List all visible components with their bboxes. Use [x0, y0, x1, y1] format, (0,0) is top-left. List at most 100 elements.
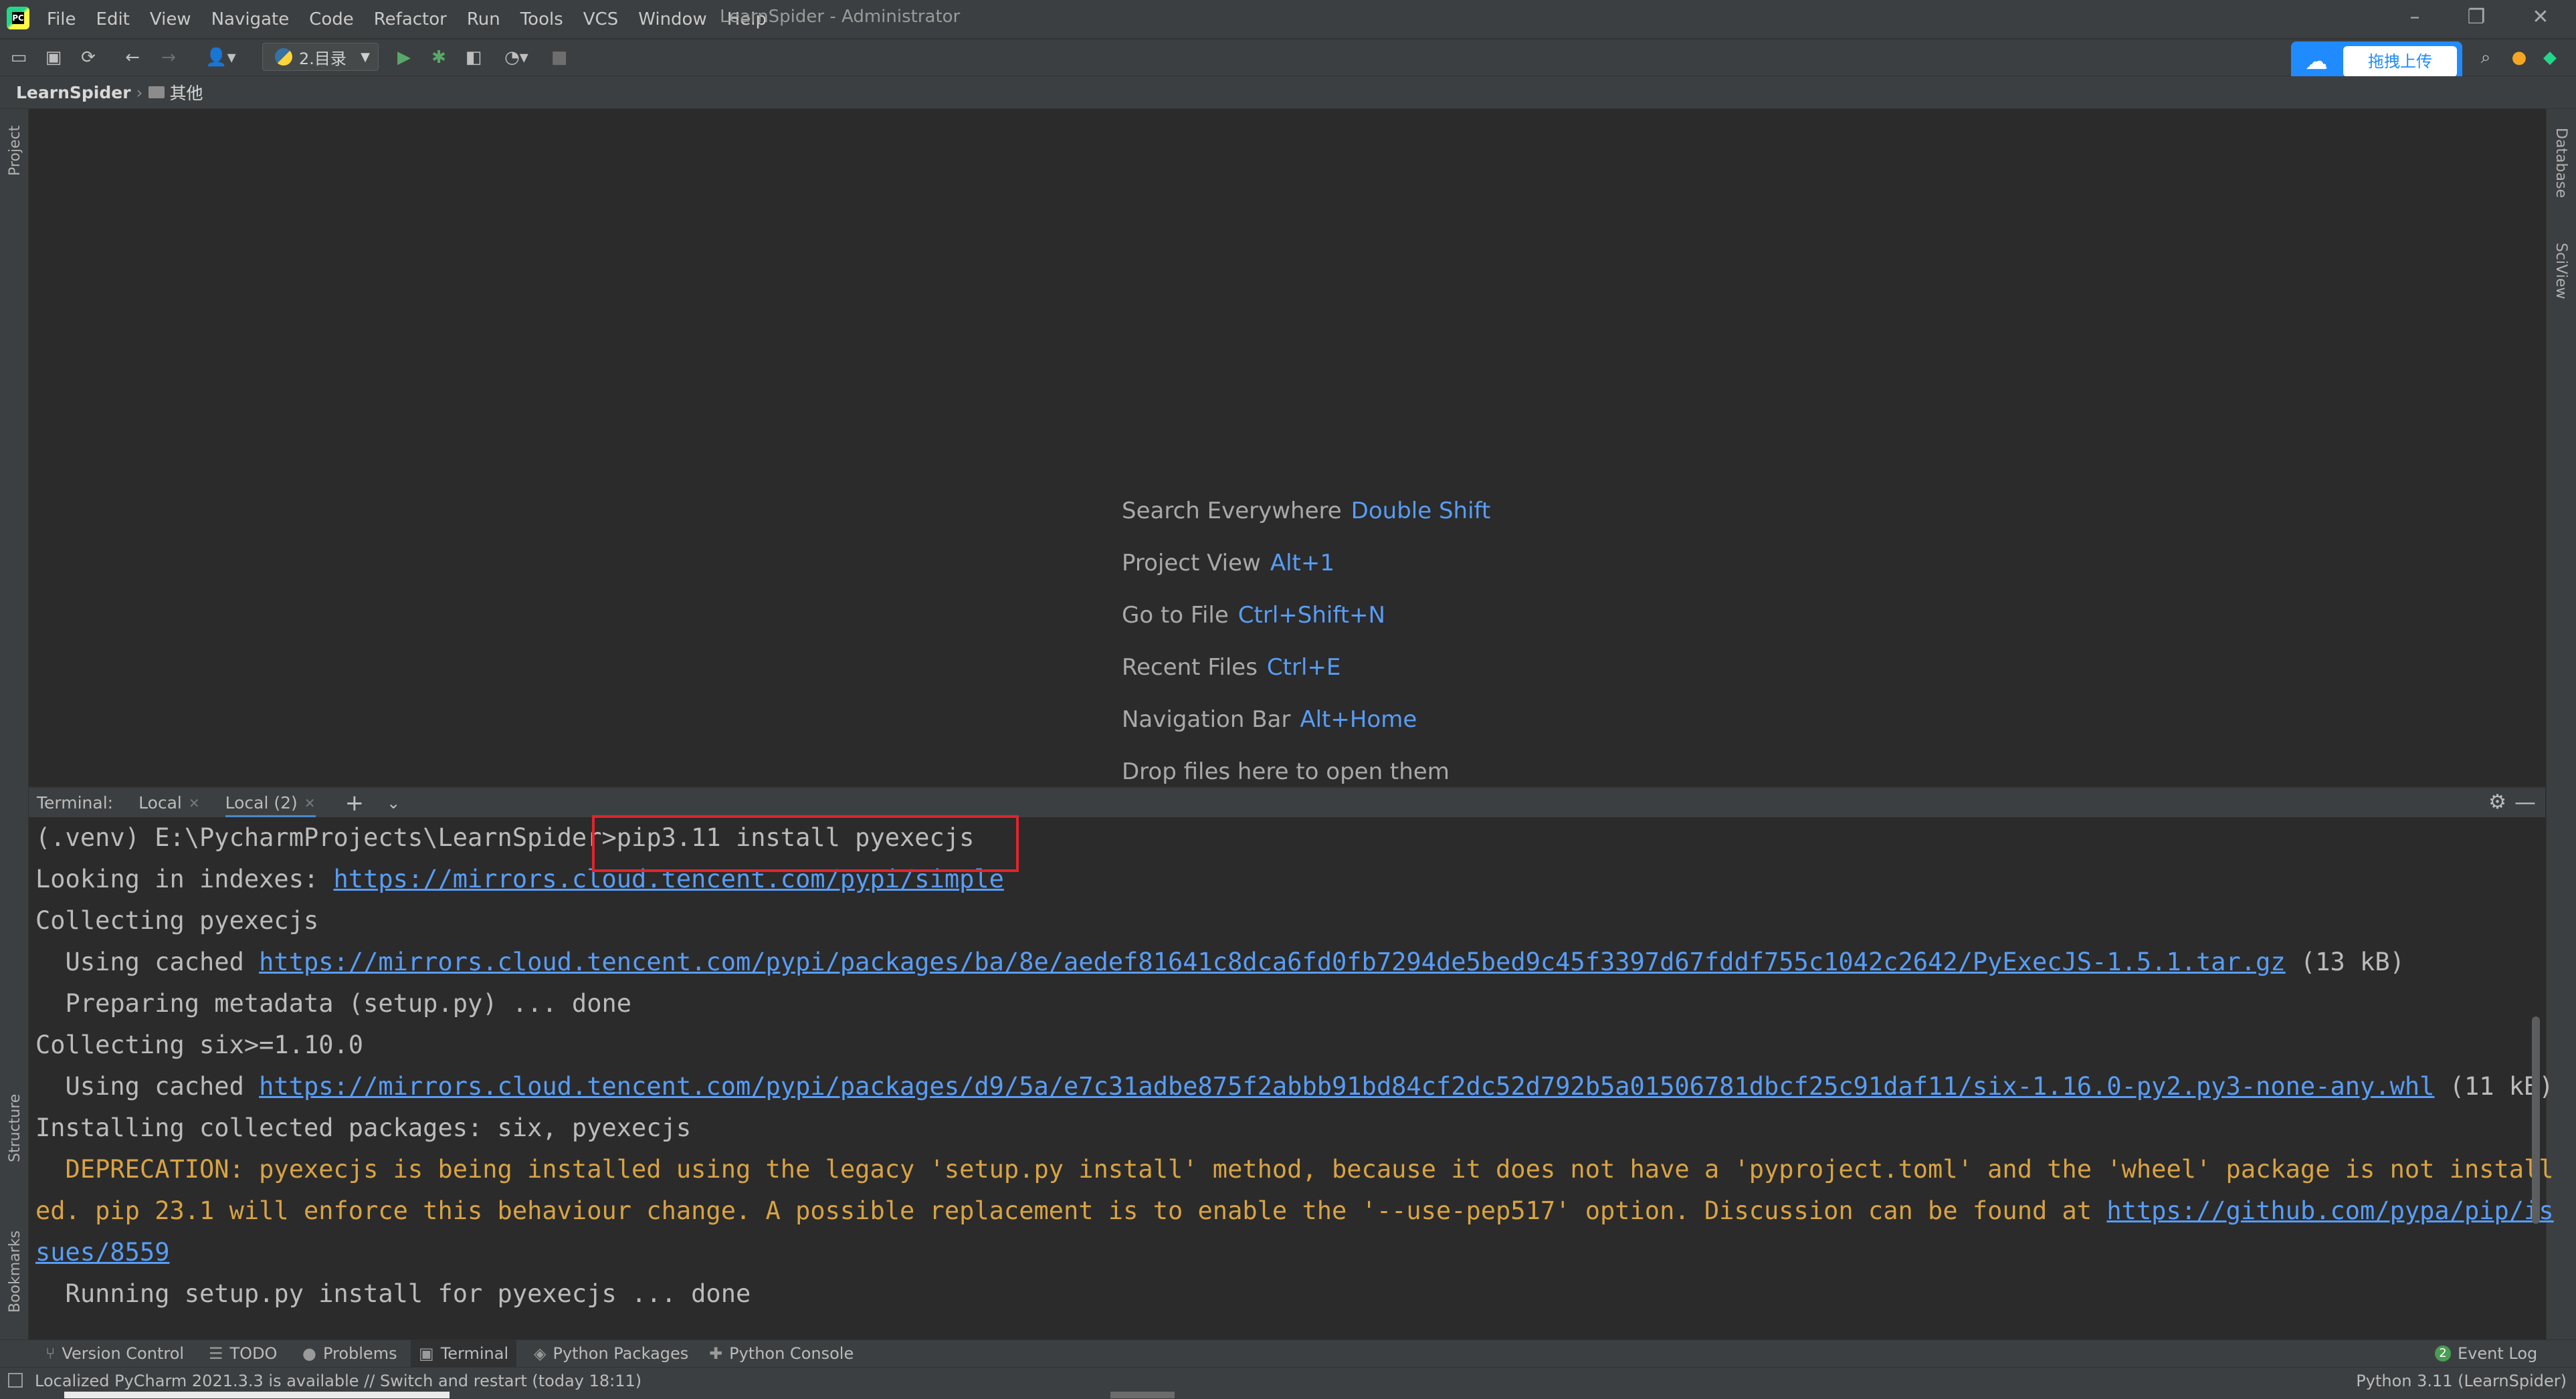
save-all-icon[interactable]: ▣	[43, 47, 64, 68]
close-tab-icon[interactable]: ✕	[189, 795, 200, 811]
hint-shortcut: Alt+1	[1270, 550, 1334, 576]
profile-icon[interactable]: ◔▾	[496, 47, 536, 68]
run-configuration-label: 2.目录	[299, 49, 346, 68]
menu-code[interactable]: Code	[309, 9, 354, 29]
drag-upload-button[interactable]: 拖拽上传	[2343, 46, 2457, 77]
hint-navigation-bar: Navigation Bar Alt+Home	[1122, 706, 1417, 733]
tab-version-control[interactable]: ⑂ Version Control	[45, 1340, 184, 1367]
terminal-line: Using cached https://mirrors.cloud.tence…	[35, 1066, 2554, 1107]
chevron-down-icon[interactable]: ⌄	[387, 794, 400, 813]
tab-problems[interactable]: ● Problems	[302, 1340, 397, 1367]
python-console-icon: ✚	[709, 1344, 723, 1363]
menu-refactor[interactable]: Refactor	[374, 9, 447, 29]
list-icon: ☰	[209, 1344, 223, 1363]
terminal-text: Using cached	[35, 1072, 260, 1101]
event-count-badge: 2	[2435, 1346, 2451, 1362]
terminal-prompt: (.venv) E:\PycharmProjects\LearnSpider>	[35, 823, 617, 852]
menu-window[interactable]: Window	[638, 9, 707, 29]
terminal-tab-local-2[interactable]: Local (2) ✕	[225, 788, 316, 818]
jetbrains-toolbox-icon[interactable]: ◆	[2539, 47, 2561, 68]
menu-bar: File Edit View Navigate Code Refactor Ru…	[47, 0, 787, 38]
sciview-tool-button[interactable]: SciView	[2553, 243, 2569, 299]
package-url-link[interactable]: https://mirrors.cloud.tencent.com/pypi/p…	[259, 1072, 2434, 1101]
chevron-down-icon: ▼	[361, 49, 370, 64]
menu-edit[interactable]: Edit	[96, 9, 130, 29]
tab-terminal[interactable]: ▣ Terminal	[411, 1340, 517, 1367]
terminal-scrollbar[interactable]	[2532, 1016, 2540, 1224]
python-icon	[275, 48, 292, 66]
tab-label: TODO	[229, 1344, 278, 1363]
hint-search-everywhere: Search Everywhere Double Shift	[1122, 498, 1490, 524]
hint-label: Go to File	[1122, 602, 1229, 629]
gear-icon[interactable]: ⚙	[2488, 790, 2506, 814]
terminal-tab-local[interactable]: Local ✕	[138, 788, 200, 818]
status-message[interactable]: Localized PyCharm 2021.3.3 is available …	[35, 1372, 641, 1390]
left-tool-stripe: Project Structure Bookmarks	[0, 109, 29, 1339]
tool-windows-icon[interactable]	[8, 1373, 23, 1388]
forward-arrow-icon[interactable]: →	[158, 47, 179, 68]
back-arrow-icon[interactable]: ←	[122, 47, 143, 68]
tab-event-log[interactable]: 2 Event Log	[2435, 1340, 2537, 1367]
tab-python-packages[interactable]: ◈ Python Packages	[534, 1340, 688, 1367]
tab-label: Terminal	[440, 1344, 509, 1363]
database-tool-button[interactable]: Database	[2553, 128, 2569, 198]
user-account-icon[interactable]: 👤▾	[201, 47, 241, 68]
breadcrumb-project[interactable]: LearnSpider	[16, 83, 131, 102]
hint-label: Project View	[1122, 550, 1261, 576]
menu-navigate[interactable]: Navigate	[211, 9, 290, 29]
project-tool-button[interactable]: Project	[7, 126, 23, 176]
close-window-icon[interactable]: ✕	[2527, 5, 2554, 29]
command-highlight-box	[592, 815, 1019, 872]
menu-run[interactable]: Run	[467, 9, 500, 29]
stop-icon[interactable]: ■	[549, 47, 570, 68]
new-terminal-tab-icon[interactable]: +	[345, 790, 365, 817]
github-issue-link[interactable]: sues/8559	[35, 1238, 169, 1267]
close-tab-icon[interactable]: ✕	[304, 795, 316, 811]
python-interpreter[interactable]: Python 3.11 (LearnSpider)	[2356, 1372, 2567, 1390]
run-configuration-select[interactable]: 2.目录 ▼	[262, 43, 379, 71]
menu-file[interactable]: File	[47, 9, 76, 29]
terminal-line: Using cached https://mirrors.cloud.tence…	[35, 942, 2405, 983]
terminal-text: (13 kB)	[2285, 948, 2405, 976]
github-issue-link[interactable]: https://github.com/pypa/pip/is	[2106, 1196, 2553, 1225]
run-icon[interactable]: ▶	[393, 47, 415, 68]
hint-label: Search Everywhere	[1122, 498, 1342, 524]
restore-window-icon[interactable]: ❐	[2463, 5, 2490, 29]
breadcrumb-folder[interactable]: 其他	[170, 80, 203, 104]
window-title: LearnSpider - Administrator	[720, 7, 961, 27]
menu-vcs[interactable]: VCS	[583, 9, 618, 29]
structure-tool-button[interactable]: Structure	[7, 1094, 23, 1162]
main-toolbar	[0, 39, 2576, 76]
folder-icon	[148, 86, 165, 98]
update-icon[interactable]: ●	[2508, 47, 2530, 68]
terminal-output[interactable]: (.venv) E:\PycharmProjects\LearnSpider>p…	[29, 817, 2554, 1337]
terminal-line: sues/8559	[35, 1232, 169, 1273]
menu-view[interactable]: View	[150, 9, 191, 29]
hint-shortcut: Ctrl+E	[1266, 654, 1341, 681]
terminal-warning-line: DEPRECATION: pyexecjs is being installed…	[35, 1155, 2554, 1184]
package-url-link[interactable]: https://mirrors.cloud.tencent.com/pypi/p…	[259, 948, 2286, 976]
sync-icon[interactable]: ⟳	[78, 47, 99, 68]
minimize-window-icon[interactable]: –	[2401, 5, 2428, 29]
taskbar-highlight	[64, 1392, 450, 1398]
debug-icon[interactable]: ✱	[428, 47, 450, 68]
terminal-line: Preparing metadata (setup.py) ... done	[35, 989, 632, 1018]
terminal-label: Terminal:	[37, 793, 114, 813]
run-with-coverage-icon[interactable]: ◧	[463, 47, 484, 68]
bookmarks-tool-button[interactable]: Bookmarks	[7, 1230, 23, 1313]
hide-panel-icon[interactable]: —	[2514, 789, 2536, 815]
menu-tools[interactable]: Tools	[520, 9, 563, 29]
terminal-text: Looking in indexes:	[35, 865, 334, 893]
tab-label: Event Log	[2458, 1344, 2538, 1363]
terminal-line: Running setup.py install for pyexecjs ..…	[35, 1279, 751, 1308]
hint-go-to-file: Go to File Ctrl+Shift+N	[1122, 602, 1385, 629]
breadcrumb-separator-icon: ›	[136, 82, 143, 102]
cloud-upload-widget: ☁ 拖拽上传	[2291, 41, 2462, 82]
tab-todo[interactable]: ☰ TODO	[209, 1340, 277, 1367]
hint-recent-files: Recent Files Ctrl+E	[1122, 654, 1341, 681]
open-folder-icon[interactable]: ▭	[8, 47, 29, 68]
tab-label: Python Packages	[553, 1344, 689, 1363]
hint-shortcut: Double Shift	[1351, 498, 1491, 524]
search-icon[interactable]: ⌕	[2475, 47, 2496, 68]
tab-python-console[interactable]: ✚ Python Console	[709, 1340, 854, 1367]
